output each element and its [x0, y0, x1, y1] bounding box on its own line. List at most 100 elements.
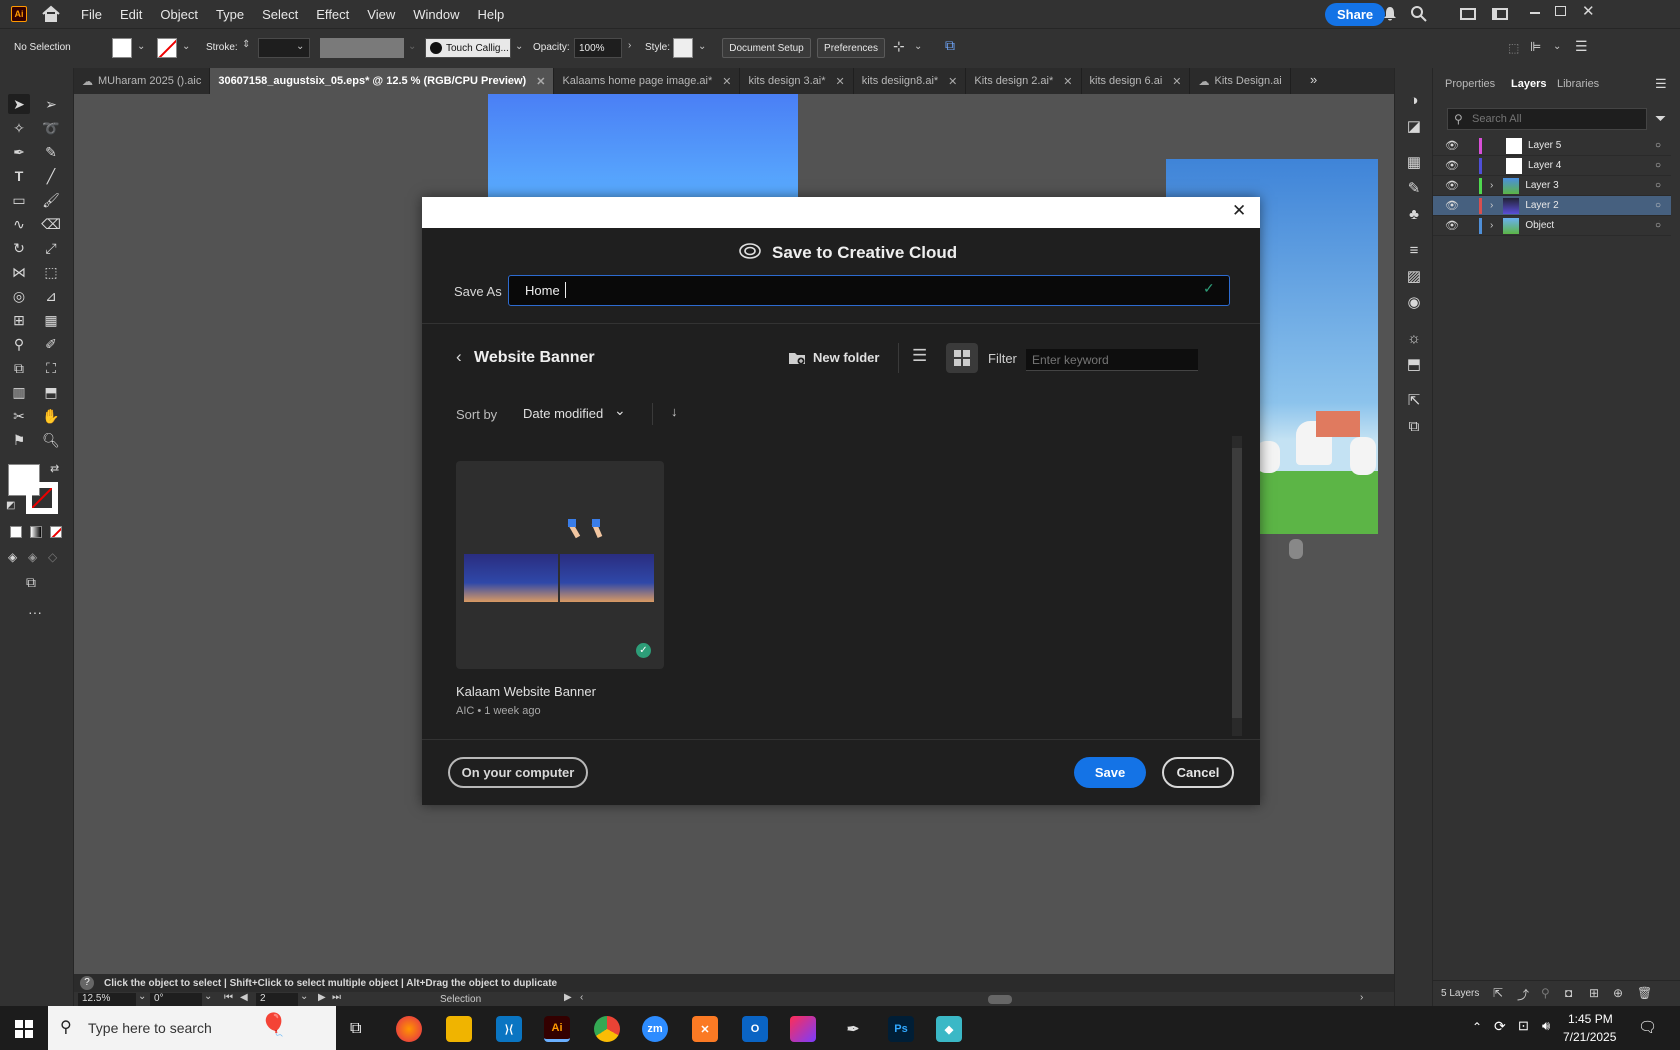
menu-file[interactable]: File: [81, 7, 102, 22]
firefox-icon[interactable]: [396, 1016, 422, 1042]
rectangle-tool-icon[interactable]: ▭: [8, 190, 30, 210]
free-transform-tool-icon[interactable]: ⬚: [40, 262, 62, 282]
tab-document-active[interactable]: 30607158_augustsix_05.eps* @ 12.5 % (RGB…: [210, 68, 555, 94]
tab-document[interactable]: kits design 6.ai ✕: [1081, 68, 1191, 94]
new-folder-icon[interactable]: [788, 350, 806, 366]
chevron-down-icon[interactable]: ⌄: [182, 41, 190, 52]
rotate-tool-icon[interactable]: ↻: [8, 238, 30, 258]
save-as-input[interactable]: Home ✓: [508, 275, 1230, 306]
notifications-icon[interactable]: 🗨︎: [1638, 1018, 1657, 1036]
clock-time[interactable]: 1:45 PM: [1568, 1012, 1613, 1026]
eyedropper-tool-icon[interactable]: ⚲: [8, 334, 30, 354]
chrome-icon[interactable]: [594, 1016, 620, 1042]
more-tools-icon[interactable]: ···: [28, 604, 42, 620]
tabs-overflow-icon[interactable]: »: [1310, 72, 1317, 87]
gradient-mode-icon[interactable]: [30, 526, 42, 538]
tab-document[interactable]: ☁ Kits Design.ai: [1190, 68, 1291, 94]
artboard-tool-icon[interactable]: ⬒: [40, 382, 62, 402]
file-card[interactable]: ✓: [456, 461, 664, 669]
preferences-button[interactable]: Preferences: [817, 38, 885, 58]
symbols-icon[interactable]: ♣: [1404, 204, 1424, 224]
default-colors-icon[interactable]: ◩: [6, 500, 15, 511]
brush-definition[interactable]: Touch Callig...: [425, 38, 511, 58]
draw-inside-icon[interactable]: ◇: [48, 550, 57, 564]
gradient-tool-icon[interactable]: ▦: [40, 310, 62, 330]
tab-document[interactable]: kits desiign8.ai* ✕: [853, 68, 967, 94]
chevron-down-icon[interactable]: ⌄: [698, 41, 706, 52]
tab-document[interactable]: Kits design 2.ai* ✕: [966, 68, 1082, 94]
tab-libraries[interactable]: Libraries: [1557, 78, 1599, 90]
search-icon[interactable]: [1410, 5, 1428, 23]
delete-layer-icon[interactable]: 🗑︎: [1637, 986, 1652, 1000]
status-menu-icon[interactable]: ▶: [564, 992, 572, 1003]
list-view-icon[interactable]: ☰: [912, 346, 927, 366]
tab-close-icon[interactable]: ✕: [948, 75, 957, 88]
export-assets-icon[interactable]: ⇱: [1493, 986, 1503, 1000]
chevron-down-icon[interactable]: ⌄: [137, 41, 145, 52]
first-artboard-icon[interactable]: ⏮: [224, 992, 233, 1003]
stroke-color-swatch[interactable]: [26, 482, 58, 514]
tab-close-icon[interactable]: ✕: [722, 75, 731, 88]
layer-name[interactable]: Layer 2: [1525, 200, 1558, 211]
tab-close-icon[interactable]: ✕: [1172, 75, 1181, 88]
transform-icon[interactable]: ⬚: [1508, 41, 1519, 55]
lasso-tool-icon[interactable]: ➰: [40, 118, 62, 138]
layers-search-input[interactable]: [1472, 111, 1642, 127]
scrollbar-thumb[interactable]: [1232, 448, 1242, 718]
layer-name[interactable]: Layer 4: [1528, 160, 1561, 171]
target-icon[interactable]: ○: [1655, 220, 1661, 231]
minimize-icon[interactable]: [1530, 12, 1540, 14]
share-button[interactable]: Share: [1325, 3, 1386, 26]
save-button[interactable]: Save: [1074, 757, 1146, 788]
perspective-grid-tool-icon[interactable]: ⊿: [40, 286, 62, 306]
next-artboard-icon[interactable]: ▶: [318, 992, 326, 1003]
illustrator-taskbar-icon[interactable]: Ai: [544, 1016, 570, 1042]
direct-selection-tool-icon[interactable]: ➢: [40, 94, 62, 114]
close-window-icon[interactable]: ✕: [1582, 2, 1595, 20]
paintbrush-tool-icon[interactable]: 🖌: [40, 190, 62, 210]
chevron-down-icon[interactable]: ⌄: [614, 402, 626, 419]
target-icon[interactable]: ○: [1655, 140, 1661, 151]
creative-cloud-app-icon[interactable]: [790, 1016, 816, 1042]
xampp-icon[interactable]: ✕: [692, 1016, 718, 1042]
mesh-tool-icon[interactable]: ⊞: [8, 310, 30, 330]
stroke-stepper-icon[interactable]: ⇕: [242, 39, 250, 50]
tab-document[interactable]: kits design 3.ai* ✕: [740, 68, 854, 94]
sort-direction-icon[interactable]: ↓: [671, 404, 678, 419]
magic-wand-tool-icon[interactable]: ✧: [8, 118, 30, 138]
layer-row-selected[interactable]: 👁︎ › Layer 2 ○: [1433, 196, 1671, 216]
eraser-tool-icon[interactable]: ⌫: [40, 214, 62, 234]
previous-artboard-icon[interactable]: ◀: [240, 992, 248, 1003]
layer-row[interactable]: 👁︎ Layer 5 ○: [1433, 136, 1671, 156]
outlook-icon[interactable]: O: [742, 1016, 768, 1042]
slice-tool-icon[interactable]: ✂: [8, 406, 30, 426]
stroke-swatch[interactable]: [157, 38, 177, 58]
help-icon[interactable]: ?: [80, 976, 94, 990]
eye-icon[interactable]: 👁︎: [1445, 159, 1459, 172]
new-folder-button[interactable]: New folder: [813, 350, 879, 365]
pen-app-icon[interactable]: ✒: [840, 1016, 866, 1042]
tab-close-icon[interactable]: ✕: [536, 75, 545, 88]
expand-chevron-icon[interactable]: ›: [1490, 200, 1493, 211]
swap-colors-icon[interactable]: ⇄: [50, 462, 59, 475]
sort-dropdown[interactable]: Date modified: [523, 406, 603, 421]
bell-icon[interactable]: [1382, 6, 1398, 22]
clock-date[interactable]: 7/21/2025: [1563, 1030, 1616, 1044]
shaper-tool-icon[interactable]: ∿: [8, 214, 30, 234]
scroll-left-icon[interactable]: ‹: [580, 992, 583, 1003]
fill-swatch[interactable]: [112, 38, 132, 58]
layer-row[interactable]: 👁︎ › Object ○: [1433, 216, 1671, 236]
print-tiling-tool-icon[interactable]: ⚑: [8, 430, 30, 450]
layer-row[interactable]: 👁︎ Layer 4 ○: [1433, 156, 1671, 176]
menu-select[interactable]: Select: [262, 7, 298, 22]
collect-export-icon[interactable]: ⤴: [1517, 986, 1529, 1003]
target-icon[interactable]: ○: [1655, 160, 1661, 171]
pen-tool-icon[interactable]: ✒: [8, 142, 30, 162]
rotation-field[interactable]: 0°: [150, 993, 202, 1006]
chevron-down-icon[interactable]: ⌄: [515, 41, 523, 52]
scale-tool-icon[interactable]: ⤢: [40, 238, 62, 258]
workspace-icon[interactable]: [1492, 8, 1508, 20]
gradient-panel-icon[interactable]: ▨: [1404, 266, 1424, 286]
artboards-icon[interactable]: ⧉: [1404, 416, 1424, 436]
photoshop-icon[interactable]: Ps: [888, 1016, 914, 1042]
